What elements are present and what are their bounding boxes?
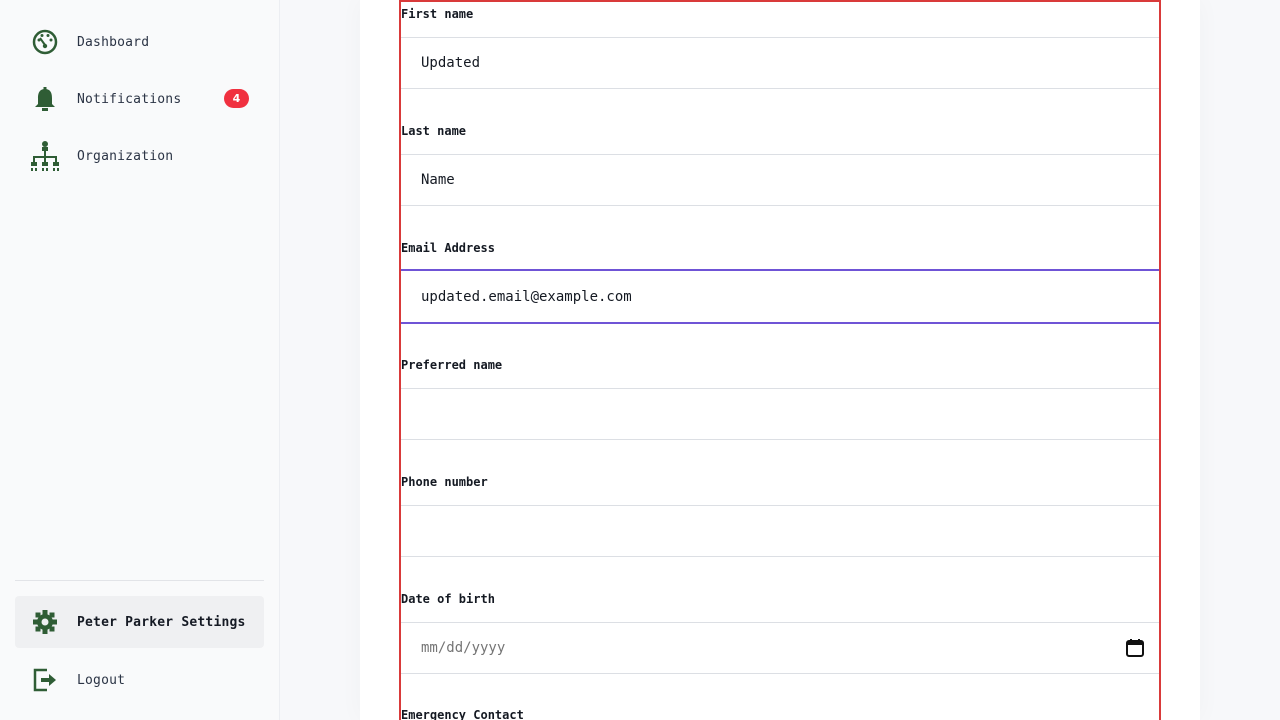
dashboard-icon [29,26,61,58]
last-name-input[interactable] [401,154,1159,206]
profile-form: First name Last name Email Address Prefe… [399,0,1161,720]
sidebar-divider [15,580,264,581]
email-label: Email Address [401,241,495,255]
last-name-label: Last name [401,124,467,138]
first-name-label: First name [401,7,474,21]
sidebar-item-label: Organization [77,148,174,164]
sidebar-item-organization[interactable]: Organization [15,130,264,182]
preferred-name-input[interactable] [401,388,1159,440]
sidebar: Dashboard Notifications 4 Organization P… [0,0,280,720]
bell-icon [29,83,61,115]
sidebar-item-label: Peter Parker Settings [77,614,246,630]
dob-input[interactable] [401,622,1159,674]
sidebar-item-label: Logout [77,672,126,688]
sidebar-item-label: Notifications [77,91,182,107]
email-input[interactable] [401,269,1159,324]
sidebar-item-dashboard[interactable]: Dashboard [15,16,264,68]
emergency-contact-label: Emergency Contact [401,708,524,720]
sidebar-item-label: Dashboard [77,34,150,50]
phone-input[interactable] [401,505,1159,557]
sidebar-item-notifications[interactable]: Notifications 4 [15,73,264,125]
sidebar-item-settings[interactable]: Peter Parker Settings [15,596,264,648]
dob-label: Date of birth [401,592,495,606]
sidebar-item-logout[interactable]: Logout [15,654,264,706]
phone-label: Phone number [401,475,488,489]
first-name-input[interactable] [401,37,1159,89]
preferred-name-label: Preferred name [401,358,503,372]
calendar-icon[interactable] [1125,638,1145,658]
notification-count-badge: 4 [224,89,249,108]
logout-icon [29,664,61,696]
org-chart-icon [29,140,61,172]
gear-icon [29,606,61,638]
